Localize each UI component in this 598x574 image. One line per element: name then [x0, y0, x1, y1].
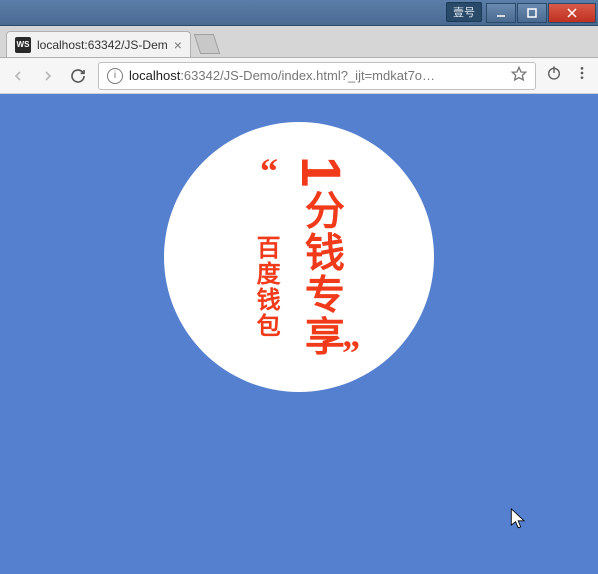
favicon: WS [15, 37, 31, 53]
url-text: localhost:63342/JS-Demo/index.html?_ijt=… [129, 68, 505, 83]
browser-tab[interactable]: WS localhost:63342/JS-Dem × [6, 31, 191, 57]
reload-button[interactable] [68, 66, 88, 86]
page-viewport: “ 百度钱包 1分钱专享 ” [0, 94, 598, 574]
tab-title: localhost:63342/JS-Dem [37, 38, 168, 52]
mouse-cursor-icon [510, 508, 528, 532]
power-icon[interactable] [546, 65, 562, 86]
browser-toolbar: i localhost:63342/JS-Demo/index.html?_ij… [0, 58, 598, 94]
promo-circle: “ 百度钱包 1分钱专享 ” [164, 122, 434, 392]
minimize-button[interactable] [486, 3, 516, 23]
promo-digit: 1 [290, 156, 353, 189]
promo-subtext: 百度钱包 [248, 235, 283, 339]
quote-open: “ [260, 150, 278, 192]
bookmark-star-icon[interactable] [511, 66, 527, 85]
forward-button[interactable] [38, 66, 58, 86]
close-button[interactable] [548, 3, 596, 23]
maximize-button[interactable] [517, 3, 547, 23]
promo-main-text: 1分钱专享 [291, 156, 350, 357]
toolbar-right [546, 65, 590, 86]
tab-strip: WS localhost:63342/JS-Dem × [0, 26, 598, 58]
address-bar[interactable]: i localhost:63342/JS-Demo/index.html?_ij… [98, 62, 536, 90]
quote-close: ” [342, 332, 360, 374]
window-badge: 壹号 [446, 2, 482, 22]
menu-button[interactable] [574, 65, 590, 86]
site-info-icon[interactable]: i [107, 68, 123, 84]
url-host: localhost [129, 68, 180, 83]
url-path: :63342/JS-Demo/index.html?_ijt=mdkat7o… [180, 68, 435, 83]
new-tab-button[interactable] [194, 34, 220, 54]
tab-close-icon[interactable]: × [174, 38, 182, 52]
back-button[interactable] [8, 66, 28, 86]
window-titlebar: 壹号 [0, 0, 598, 26]
promo-main-chars: 分钱专享 [299, 190, 344, 358]
